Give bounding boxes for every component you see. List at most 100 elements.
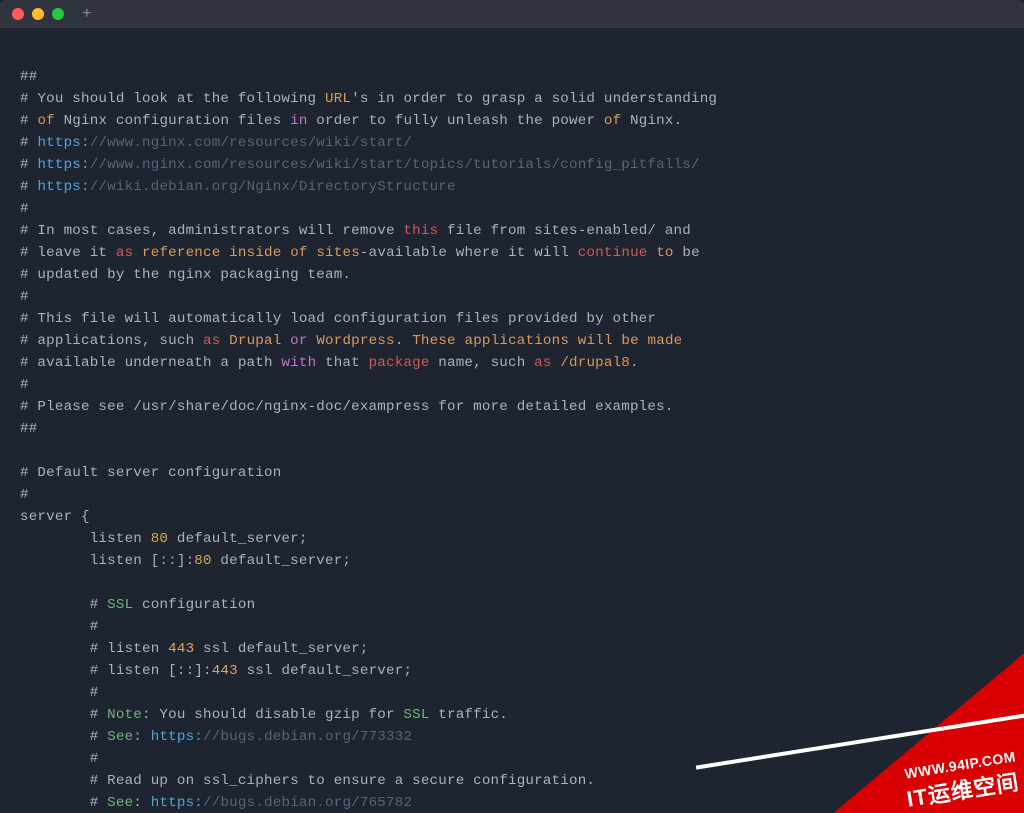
code-line: # <box>20 685 98 701</box>
code-token: https: <box>151 795 203 811</box>
code-line: # <box>20 487 29 503</box>
code-token <box>220 333 229 349</box>
code-token: file from sites-enabled/ and <box>438 223 691 239</box>
code-line: # <box>20 289 29 305</box>
code-token: # <box>20 201 29 217</box>
code-line: # <box>20 619 98 635</box>
code-token: # <box>20 487 29 503</box>
code-token: made <box>648 333 683 349</box>
code-token: default_server; <box>212 553 351 569</box>
window-titlebar: + <box>0 0 1024 28</box>
code-token: : <box>133 795 150 811</box>
code-token: 's in order to grasp a solid understandi… <box>351 91 717 107</box>
code-token: ## <box>20 69 37 85</box>
code-token <box>552 355 561 371</box>
code-token: order to fully unleash the power <box>308 113 604 129</box>
code-line: # Note: You should disable gzip for SSL … <box>20 707 508 723</box>
code-token: See <box>107 729 133 745</box>
code-token: # <box>20 751 98 767</box>
code-token: name, such <box>430 355 535 371</box>
code-token: of <box>37 113 54 129</box>
code-token: # <box>20 135 37 151</box>
code-line: # Default server configuration <box>20 465 281 481</box>
code-token: # listen <box>20 641 168 657</box>
code-token: Nginx configuration files <box>55 113 290 129</box>
code-token: # <box>20 179 37 195</box>
code-token: this <box>403 223 438 239</box>
code-token: that <box>316 355 368 371</box>
code-line: # <box>20 201 29 217</box>
code-line: # of Nginx configuration files in order … <box>20 113 682 129</box>
code-token: -available where it will <box>360 245 578 261</box>
code-token: as <box>534 355 551 371</box>
code-token: server { <box>20 509 90 525</box>
code-token: # <box>20 685 98 701</box>
code-token: applications <box>465 333 570 349</box>
code-token: reference <box>142 245 220 261</box>
code-token: Drupal <box>229 333 281 349</box>
code-token: # Please see /usr/share/doc/nginx-doc/ex… <box>20 399 674 415</box>
code-line: # https://www.nginx.com/resources/wiki/s… <box>20 157 700 173</box>
code-token: //bugs.debian.org/765782 <box>203 795 412 811</box>
code-token <box>281 245 290 261</box>
code-token: of <box>604 113 621 129</box>
code-token: 80 <box>194 553 211 569</box>
code-token: continue <box>578 245 648 261</box>
code-token: //wiki.debian.org/Nginx/DirectoryStructu… <box>90 179 456 195</box>
code-line: # SSL configuration <box>20 597 255 613</box>
code-token <box>281 333 290 349</box>
code-token: as <box>203 333 220 349</box>
code-token: 443 <box>212 663 238 679</box>
code-token: to <box>656 245 673 261</box>
code-token <box>569 333 578 349</box>
close-icon[interactable] <box>12 8 24 20</box>
code-line: # https://wiki.debian.org/Nginx/Director… <box>20 179 456 195</box>
code-token: # <box>20 113 37 129</box>
code-editor[interactable]: ## # You should look at the following UR… <box>0 28 1024 813</box>
code-line: # See: https://bugs.debian.org/773332 <box>20 729 412 745</box>
code-token: traffic. <box>430 707 508 723</box>
new-tab-button[interactable]: + <box>82 6 92 22</box>
code-line: # <box>20 377 29 393</box>
code-token: //bugs.debian.org/773332 <box>203 729 412 745</box>
code-token: # <box>20 795 107 811</box>
code-line: # leave it as reference inside of sites-… <box>20 245 700 261</box>
code-token: # updated by the nginx packaging team. <box>20 267 351 283</box>
code-line: # <box>20 751 98 767</box>
code-token: # Default server configuration <box>20 465 281 481</box>
code-line: ## <box>20 421 37 437</box>
code-token: listen [::]: <box>20 553 194 569</box>
code-token <box>639 333 648 349</box>
code-token: 80 <box>151 531 168 547</box>
code-line: # applications, such as Drupal or Wordpr… <box>20 333 682 349</box>
code-token: configuration <box>133 597 255 613</box>
code-token: # available underneath a path <box>20 355 281 371</box>
code-token: # <box>20 729 107 745</box>
code-line: # You should look at the following URL's… <box>20 91 717 107</box>
code-token: //www.nginx.com/resources/wiki/start/ <box>90 135 412 151</box>
code-token: ssl default_server; <box>194 641 368 657</box>
code-token: # <box>20 707 107 723</box>
code-line: # See: https://bugs.debian.org/765782 <box>20 795 412 811</box>
code-token: URL <box>325 91 351 107</box>
code-token: # In most cases, administrators will rem… <box>20 223 403 239</box>
code-line: # updated by the nginx packaging team. <box>20 267 351 283</box>
code-token: in <box>290 113 307 129</box>
code-token: inside <box>229 245 281 261</box>
code-token: default_server; <box>168 531 307 547</box>
code-token: # This file will automatically load conf… <box>20 311 656 327</box>
code-token: # applications, such <box>20 333 203 349</box>
maximize-icon[interactable] <box>52 8 64 20</box>
code-token: https: <box>37 157 89 173</box>
code-token: # <box>20 157 37 173</box>
code-line: listen 80 default_server; <box>20 531 308 547</box>
minimize-icon[interactable] <box>32 8 44 20</box>
code-token: : <box>133 729 150 745</box>
code-token: # leave it <box>20 245 116 261</box>
code-token: See <box>107 795 133 811</box>
code-token: : You should disable gzip for <box>142 707 403 723</box>
code-token: package <box>369 355 430 371</box>
code-line: ## <box>20 69 37 85</box>
code-token: or <box>290 333 307 349</box>
code-token: be <box>621 333 638 349</box>
